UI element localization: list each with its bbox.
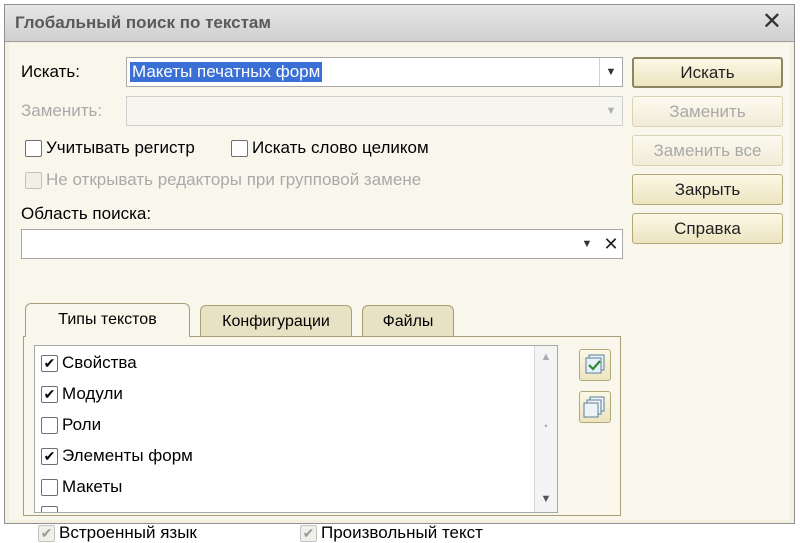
- uncheck-all-icon[interactable]: [579, 391, 611, 423]
- builtin-lang-checkbox-box[interactable]: ✔: [38, 524, 55, 542]
- replace-combobox[interactable]: ▼: [126, 96, 623, 126]
- replace-label: Заменить:: [21, 101, 103, 120]
- clear-icon[interactable]: ✕: [600, 230, 622, 258]
- title-bar: Глобальный поиск по текстам ✕: [5, 5, 794, 42]
- list-item[interactable]: ✔ Элементы форм: [41, 446, 193, 466]
- search-dialog: Глобальный поиск по текстам ✕ Искать: Ма…: [4, 4, 795, 542]
- no-editors-checkbox[interactable]: Не открывать редакторы при групповой зам…: [25, 170, 421, 190]
- no-editors-label: Не открывать редакторы при групповой зам…: [46, 170, 422, 189]
- whole-word-checkbox-box[interactable]: [231, 139, 248, 157]
- chevron-down-icon[interactable]: ▼: [576, 230, 598, 258]
- list-item-label: Свойства: [62, 353, 137, 372]
- scroll-down-icon[interactable]: ▼: [538, 491, 554, 507]
- replace-input[interactable]: [130, 101, 134, 121]
- replace-button[interactable]: Заменить: [632, 96, 783, 127]
- tab-configurations[interactable]: Конфигурации: [200, 305, 352, 336]
- case-label: Учитывать регистр: [46, 138, 195, 157]
- free-text-checkbox-box[interactable]: ✔: [300, 524, 317, 542]
- dialog-content: Искать: Макеты печатных форм ▼ Заменить:…: [9, 43, 790, 542]
- chevron-down-icon[interactable]: ▼: [600, 97, 622, 125]
- text-types-list[interactable]: ✔ Свойства ✔ Модули Роли ✔ Элементы форм: [34, 345, 558, 513]
- scroll-thumb[interactable]: •: [538, 418, 554, 434]
- scope-input[interactable]: [25, 234, 29, 254]
- close-button[interactable]: Закрыть: [632, 174, 783, 205]
- search-input[interactable]: Макеты печатных форм: [130, 62, 323, 82]
- list-item[interactable]: ✔ Свойства: [41, 353, 137, 373]
- whole-word-checkbox[interactable]: Искать слово целиком: [231, 138, 429, 158]
- check-all-icon[interactable]: [579, 349, 611, 381]
- whole-word-label: Искать слово целиком: [252, 138, 429, 157]
- list-item[interactable]: [41, 506, 62, 512]
- tab-text-types[interactable]: Типы текстов: [25, 303, 190, 337]
- list-item-checkbox[interactable]: ✔: [41, 385, 58, 403]
- builtin-lang-label: Встроенный язык: [59, 523, 197, 542]
- tab-panel: ✔ Свойства ✔ Модули Роли ✔ Элементы форм: [23, 336, 621, 542]
- list-item[interactable]: ✔ Модули: [41, 384, 123, 404]
- search-label: Искать:: [21, 62, 80, 81]
- list-item-label: Элементы форм: [62, 446, 193, 465]
- case-checkbox-box[interactable]: [25, 139, 42, 157]
- replace-all-button[interactable]: Заменить все: [632, 135, 783, 166]
- scope-label: Область поиска:: [21, 204, 152, 223]
- list-item[interactable]: Роли: [41, 415, 101, 435]
- close-icon[interactable]: ✕: [762, 8, 782, 36]
- list-item-checkbox[interactable]: ✔: [41, 447, 58, 465]
- list-item-label: Модули: [62, 384, 123, 403]
- case-checkbox[interactable]: Учитывать регистр: [25, 138, 195, 158]
- help-button[interactable]: Справка: [632, 213, 783, 244]
- builtin-lang-checkbox[interactable]: ✔ Встроенный язык: [38, 523, 197, 543]
- list-item-label: Макеты: [62, 477, 123, 496]
- list-item-checkbox[interactable]: [41, 416, 58, 434]
- no-editors-checkbox-box[interactable]: [25, 171, 42, 189]
- free-text-checkbox[interactable]: ✔ Произвольный текст: [300, 523, 483, 543]
- chevron-down-icon[interactable]: ▼: [599, 58, 622, 86]
- scope-combobox[interactable]: ▼ ✕: [21, 229, 623, 259]
- list-scrollbar[interactable]: ▲ • ▼: [534, 346, 557, 512]
- list-item-checkbox[interactable]: [41, 478, 58, 496]
- scroll-up-icon[interactable]: ▲: [538, 349, 554, 365]
- list-item[interactable]: Макеты: [41, 477, 122, 497]
- list-item-checkbox[interactable]: [41, 506, 58, 512]
- list-item-checkbox[interactable]: ✔: [41, 354, 58, 372]
- free-text-label: Произвольный текст: [321, 523, 483, 542]
- tab-files[interactable]: Файлы: [362, 305, 454, 336]
- list-item-label: Роли: [62, 415, 102, 434]
- search-button[interactable]: Искать: [632, 57, 783, 88]
- search-combobox[interactable]: Макеты печатных форм ▼: [126, 57, 623, 87]
- window-title: Глобальный поиск по текстам: [15, 13, 271, 32]
